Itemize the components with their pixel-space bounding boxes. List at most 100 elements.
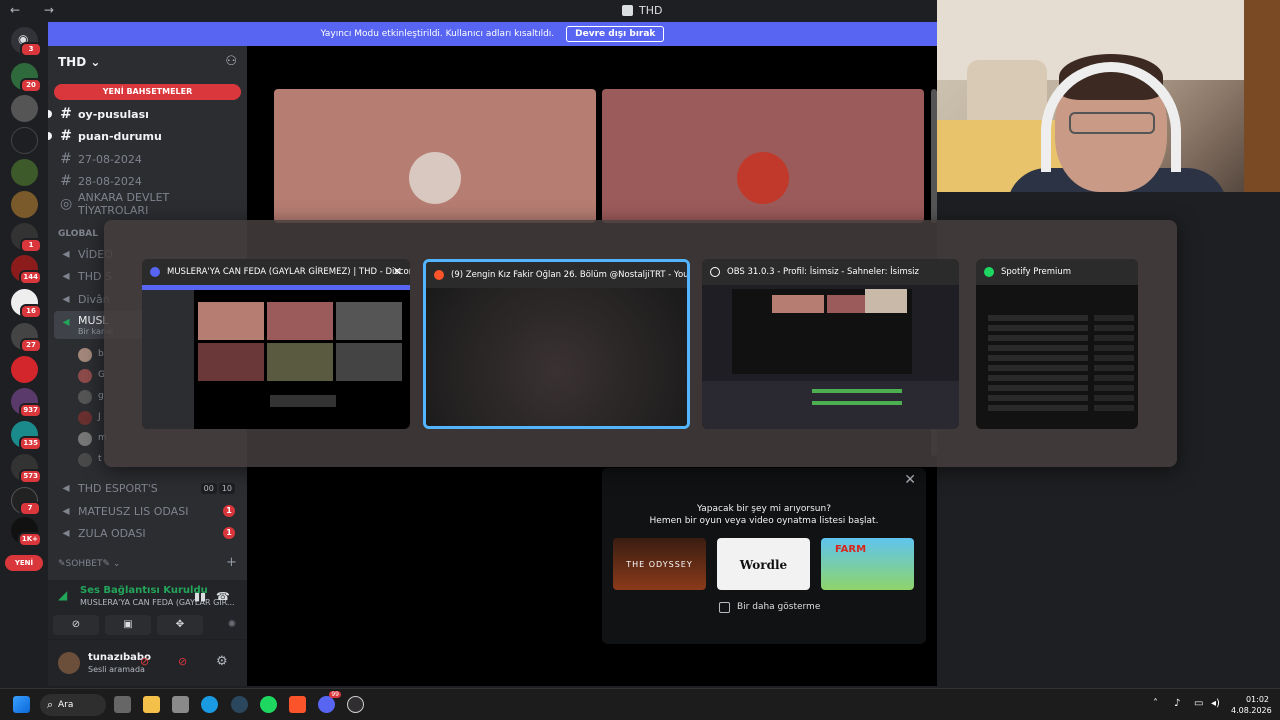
window-title: MUSLERA'YA CAN FEDA (GAYLAR GİREMEZ) | T… xyxy=(167,267,410,277)
speaker-icon: ◂ xyxy=(62,268,70,284)
disconnect-icon[interactable]: ☎ xyxy=(216,590,230,603)
server-icon[interactable]: 1 xyxy=(11,223,42,253)
window-titlebar: (9) Zengin Kız Fakir Oğlan 26. Bölüm @No… xyxy=(426,262,687,288)
signal-icon[interactable]: ◢ xyxy=(58,588,72,602)
disable-streamer-mode-button[interactable]: Devre dışı bırak xyxy=(566,26,665,42)
steam-icon[interactable] xyxy=(231,696,248,713)
video-tile[interactable] xyxy=(274,89,596,223)
voice-status[interactable]: Ses Bağlantısı Kuruldu xyxy=(80,585,208,596)
game-title: THE ODYSSEY xyxy=(626,560,693,569)
close-icon[interactable]: ✕ xyxy=(904,472,916,488)
switcher-window-brave[interactable]: (9) Zengin Kız Fakir Oğlan 26. Bölüm @No… xyxy=(423,259,690,429)
count-limit: 10 xyxy=(218,482,235,494)
task-view-icon[interactable] xyxy=(114,696,131,713)
file-explorer-icon[interactable] xyxy=(143,696,160,713)
channel-puan-durumu[interactable]: # puan-durumu xyxy=(48,126,241,146)
server-icon[interactable] xyxy=(11,95,38,122)
window-title: THD xyxy=(622,4,662,17)
microphone-icon[interactable]: ♪ xyxy=(1174,698,1180,709)
channel-28-08-2024[interactable]: #28-08-2024 xyxy=(54,171,241,191)
user-status: Sesli aramada xyxy=(88,665,145,674)
voice-user-name: t xyxy=(98,454,102,464)
server-icon[interactable]: 7 xyxy=(11,487,41,516)
server-icon[interactable] xyxy=(11,159,38,186)
display-icon[interactable]: ▭ xyxy=(1194,698,1203,709)
hash-icon: # xyxy=(60,106,72,122)
game-wordle[interactable]: Wordle xyxy=(717,538,810,590)
hash-icon: # xyxy=(60,128,72,144)
window-titlebar: Spotify Premium xyxy=(976,259,1138,285)
server-icon[interactable]: 573 xyxy=(11,454,42,484)
server-icon[interactable] xyxy=(11,356,38,383)
category-global[interactable]: GLOBAL xyxy=(58,229,98,239)
voice-user-avatar[interactable] xyxy=(78,348,92,362)
switcher-window-obs[interactable]: OBS 31.0.3 - Profil: İsimsiz - Sahneler:… xyxy=(702,259,959,429)
switcher-window-spotify[interactable]: Spotify Premium xyxy=(976,259,1138,429)
windows-start-icon[interactable] xyxy=(13,696,30,713)
guild-header[interactable]: THD ⌄ ⚇ xyxy=(48,46,247,78)
edge-icon[interactable] xyxy=(201,696,218,713)
channel-ankara-devlet[interactable]: ◎ ANKARA DEVLET TİYATROLARI xyxy=(54,191,241,217)
count-current: 00 xyxy=(200,482,217,494)
brave-icon[interactable] xyxy=(289,696,306,713)
new-servers-pill[interactable]: YENİ xyxy=(5,555,43,571)
voice-user-avatar[interactable] xyxy=(78,390,92,404)
screen-share-button[interactable]: ▣ xyxy=(105,615,151,635)
server-icon[interactable]: 144 xyxy=(11,255,42,285)
category-sohbet[interactable]: ✎SOHBET✎ ⌄ xyxy=(58,559,120,569)
game-odyssey[interactable]: THE ODYSSEY xyxy=(613,538,706,590)
add-user-icon[interactable]: ⚇ xyxy=(225,54,237,69)
speaker-icon: ◂ xyxy=(62,480,70,496)
switcher-window-discord[interactable]: MUSLERA'YA CAN FEDA (GAYLAR GİREMEZ) | T… xyxy=(142,259,410,429)
voice-channel-name[interactable]: MUSLERA'YA CAN FEDA (GAYLAR GİR... xyxy=(80,598,235,607)
nav-arrows[interactable]: ← → xyxy=(10,3,64,17)
server-icon[interactable]: 135 xyxy=(11,421,42,451)
game-farm[interactable]: FARM xyxy=(821,538,914,590)
server-icon[interactable]: 27 xyxy=(11,323,42,353)
mic-muted-icon[interactable]: ⊘ xyxy=(140,655,149,668)
discord-icon[interactable]: 99 xyxy=(318,691,341,713)
voice-user-avatar[interactable] xyxy=(78,432,92,446)
taskbar-search[interactable]: Ara xyxy=(40,694,106,716)
volume-icon[interactable]: ◂) xyxy=(1211,698,1220,709)
system-clock[interactable]: 01:02 4.08.2026 xyxy=(1231,694,1272,716)
server-icon[interactable]: 20 xyxy=(11,63,42,93)
channel-mateusz-lis[interactable]: ◂ MATEUSZ LIS ODASI 1 xyxy=(54,501,241,521)
brave-icon xyxy=(434,270,444,280)
dont-show-checkbox[interactable] xyxy=(719,602,730,613)
new-mentions-pill[interactable]: YENİ BAHSETMELER xyxy=(54,84,241,100)
server-icon[interactable] xyxy=(11,191,38,218)
store-icon[interactable] xyxy=(172,696,189,713)
server-icon[interactable]: 16 xyxy=(11,289,42,319)
server-badge: 144 xyxy=(19,270,42,285)
discord-badge: 99 xyxy=(329,691,341,698)
dont-show-label[interactable]: Bir daha gösterme xyxy=(737,602,820,612)
close-icon[interactable]: ✕ xyxy=(393,265,402,278)
channel-zula-odasi[interactable]: ◂ ZULA ODASI 1 xyxy=(54,523,241,543)
hash-icon: # xyxy=(60,173,72,189)
suggest-line-2: Hemen bir oyun veya video oynatma listes… xyxy=(649,516,879,526)
voice-user-avatar[interactable] xyxy=(78,369,92,383)
avatar[interactable] xyxy=(58,652,80,674)
channel-oy-pusulasi[interactable]: # oy-pusulası xyxy=(48,104,241,124)
obs-icon[interactable] xyxy=(347,696,364,713)
server-badge: 573 xyxy=(19,469,42,484)
channel-thd-esports[interactable]: ◂ THD ESPORT'S 00 10 xyxy=(54,478,241,498)
voice-user-avatar[interactable] xyxy=(78,453,92,467)
voice-user-avatar[interactable] xyxy=(78,411,92,425)
user-avatar xyxy=(409,152,461,204)
add-channel-icon[interactable]: + xyxy=(226,555,237,570)
video-tile[interactable] xyxy=(602,89,924,223)
camera-button[interactable]: ⊘ xyxy=(53,615,99,635)
server-icon[interactable]: 1K+ xyxy=(11,517,42,547)
deafen-icon[interactable]: ⊘ xyxy=(178,655,187,668)
gear-icon[interactable]: ⚙ xyxy=(216,654,228,669)
activities-button[interactable]: ✥ xyxy=(157,615,203,635)
server-icon[interactable]: 937 xyxy=(11,388,42,418)
discord-home-icon[interactable]: ◉ 3 xyxy=(11,27,42,57)
noise-suppression-icon[interactable]: ▮▮ xyxy=(194,590,206,603)
server-icon[interactable] xyxy=(11,127,38,154)
spotify-icon[interactable] xyxy=(260,696,277,713)
chevron-up-icon[interactable]: ˄ xyxy=(1153,698,1158,709)
channel-27-08-2024[interactable]: #27-08-2024 xyxy=(54,149,241,169)
